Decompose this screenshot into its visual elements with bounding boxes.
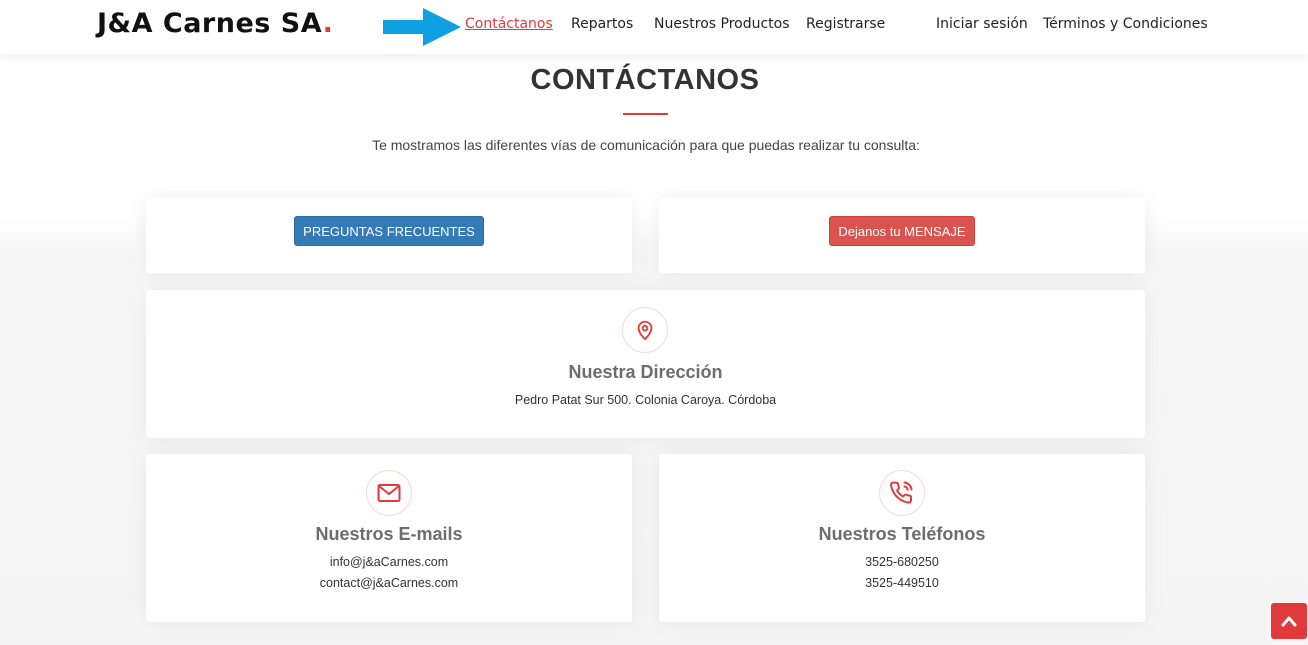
logo-text: J&A Carnes SA [97,8,323,39]
page-subtitle: Te mostramos las diferentes vías de comu… [372,137,920,153]
message-button[interactable]: Dejanos tu MENSAJE [829,216,975,246]
title-divider [623,113,668,115]
nav-iniciar-sesion[interactable]: Iniciar sesión [936,16,1028,32]
nav-contactanos[interactable]: Contáctanos [465,16,553,32]
phones-card: Nuestros Teléfonos 3525-680250 3525-4495… [659,454,1145,622]
scroll-top-button[interactable] [1271,603,1307,639]
logo-dot: . [322,8,334,39]
email-line[interactable]: info@j&aCarnes.com [146,555,632,569]
site-logo[interactable]: J&A Carnes SA. [97,8,333,39]
chevron-up-icon [1281,616,1297,627]
nav-nuestros-productos[interactable]: Nuestros Productos [654,16,790,32]
address-text: Pedro Patat Sur 500. Colonia Caroya. Cór… [514,393,777,407]
map-pin-icon [622,307,668,353]
email-line[interactable]: contact@j&aCarnes.com [146,576,632,590]
phone-line[interactable]: 3525-680250 [659,555,1145,569]
envelope-icon [366,470,412,516]
phone-ringing-icon [879,470,925,516]
message-card: Dejanos tu MENSAJE [659,198,1145,273]
address-card: Nuestra Dirección Pedro Patat Sur 500. C… [146,290,1145,438]
nav-registrarse[interactable]: Registrarse [806,16,885,32]
nav-terminos-condiciones[interactable]: Términos y Condiciones [1043,16,1208,32]
nav-repartos[interactable]: Repartos [571,16,633,32]
emails-heading: Nuestros E-mails [315,524,463,544]
site-header: J&A Carnes SA. Contáctanos Repartos Nues… [0,0,1308,54]
emails-card: Nuestros E-mails info@j&aCarnes.com cont… [146,454,632,622]
faq-button[interactable]: PREGUNTAS FRECUENTES [294,216,484,246]
page-title: CONTÁCTANOS [530,64,760,96]
phones-heading: Nuestros Teléfonos [818,524,986,544]
phone-line[interactable]: 3525-449510 [659,576,1145,590]
arrow-right-icon [383,8,461,46]
faq-card: PREGUNTAS FRECUENTES [146,198,632,273]
address-heading: Nuestra Dirección [568,362,723,382]
